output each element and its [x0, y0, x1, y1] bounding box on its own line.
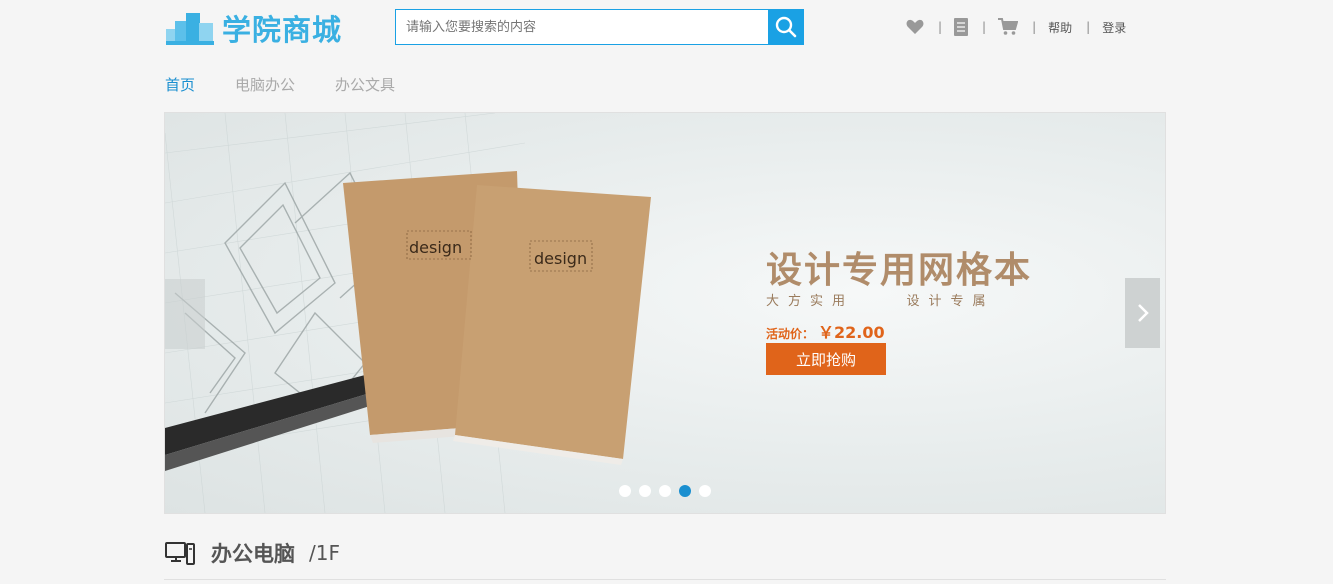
- orders-link[interactable]: [954, 18, 969, 36]
- banner-product-image: design design: [165, 113, 651, 513]
- promo-banner[interactable]: design design 设计专用网格本 大方实用 设计专属 活动价： ￥22.…: [164, 112, 1166, 514]
- chevron-right-icon: [1137, 304, 1149, 322]
- carousel-dot[interactable]: [619, 485, 631, 497]
- login-link[interactable]: 登录: [1102, 19, 1126, 36]
- toolbar-separator: |: [1086, 20, 1091, 34]
- banner-prev-button[interactable]: [165, 279, 205, 349]
- nav-item-office-stationery[interactable]: 办公文具: [335, 74, 395, 95]
- carousel-dot[interactable]: [639, 485, 651, 497]
- banner-price: 活动价： ￥22.00: [766, 319, 885, 343]
- main-nav: 首页 电脑办公 办公文具: [165, 74, 435, 95]
- section-header: 办公电脑 /1F: [165, 538, 340, 568]
- section-name: 办公电脑: [211, 542, 295, 566]
- carousel-dot[interactable]: [659, 485, 671, 497]
- price-label: 活动价：: [766, 327, 815, 341]
- favorites-link[interactable]: [906, 19, 924, 35]
- price-value: ￥22.00: [818, 323, 885, 342]
- toolbar-separator: |: [938, 20, 943, 34]
- search-icon: [775, 16, 796, 38]
- document-icon: [954, 18, 969, 36]
- carousel-dot-active[interactable]: [679, 485, 691, 497]
- cart-link[interactable]: [998, 18, 1019, 36]
- help-link[interactable]: 帮助: [1048, 19, 1072, 36]
- section-divider: [164, 579, 1166, 580]
- carousel-dot[interactable]: [699, 485, 711, 497]
- heart-icon: [906, 19, 924, 34]
- toolbar-separator: |: [982, 20, 987, 34]
- toolbar-separator: |: [1032, 20, 1037, 34]
- banner-subline: 大方实用 设计专属: [766, 294, 995, 309]
- section-floor: /1F: [309, 541, 340, 565]
- cart-icon: [998, 18, 1019, 35]
- nav-item-computer-office[interactable]: 电脑办公: [235, 74, 295, 95]
- notebook-brand-back: design: [409, 238, 462, 257]
- notebook-brand-front: design: [534, 249, 587, 268]
- header-toolbar: | | | 帮助 | 登录: [906, 18, 1126, 36]
- banner-headline: 设计专用网格本: [766, 250, 1033, 291]
- logo-buildings-icon: [166, 13, 214, 45]
- carousel-dots: [619, 485, 719, 497]
- nav-item-home[interactable]: 首页: [165, 74, 195, 95]
- search-input[interactable]: [396, 10, 768, 44]
- computer-icon: [165, 542, 195, 565]
- logo-text: 学院商城: [222, 13, 343, 47]
- search-bar: [395, 9, 804, 45]
- buy-now-button[interactable]: 立即抢购: [766, 343, 886, 375]
- search-button[interactable]: [768, 10, 803, 44]
- banner-next-button[interactable]: [1125, 278, 1160, 348]
- site-logo[interactable]: 学院商城: [166, 10, 343, 47]
